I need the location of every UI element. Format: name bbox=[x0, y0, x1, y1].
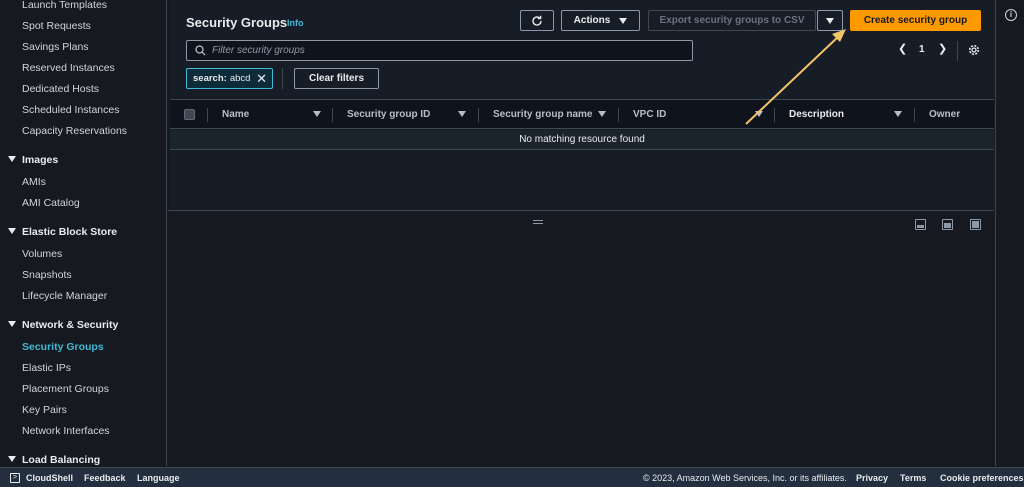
split-panel-bottom-icon[interactable] bbox=[915, 219, 926, 230]
help-panel-rail: i bbox=[995, 0, 1024, 466]
remove-token-icon[interactable]: ✕ bbox=[256, 71, 267, 87]
create-security-group-button[interactable]: Create security group bbox=[850, 10, 981, 31]
split-panel-side-icon[interactable] bbox=[942, 219, 953, 230]
side-navigation: Launch Templates Spot Requests Savings P… bbox=[0, 0, 167, 466]
column-header-owner[interactable]: Owner bbox=[929, 109, 960, 120]
previous-page-button[interactable]: ❮ bbox=[898, 42, 907, 55]
clear-filters-button[interactable]: Clear filters bbox=[294, 68, 379, 89]
info-link[interactable]: Info bbox=[287, 18, 304, 28]
caret-down-icon bbox=[619, 17, 628, 24]
sort-icon[interactable] bbox=[598, 111, 606, 117]
resize-handle[interactable] bbox=[533, 220, 543, 224]
sort-icon[interactable] bbox=[755, 111, 763, 117]
nav-item-reserved-instances[interactable]: Reserved Instances bbox=[22, 62, 115, 74]
select-all-checkbox[interactable] bbox=[184, 109, 195, 120]
sort-icon[interactable] bbox=[458, 111, 466, 117]
caret-down-icon bbox=[8, 456, 16, 462]
settings-gear-icon[interactable] bbox=[968, 44, 980, 56]
search-input[interactable] bbox=[212, 45, 692, 56]
column-header-security-group-id[interactable]: Security group ID bbox=[347, 109, 430, 120]
sort-icon[interactable] bbox=[313, 111, 321, 117]
language-link[interactable]: Language bbox=[137, 473, 180, 483]
main-content: Security Groups Info Actions Export secu… bbox=[168, 0, 994, 466]
split-panel-divider bbox=[168, 210, 994, 211]
nav-section-elastic-block-store[interactable]: Elastic Block Store bbox=[8, 226, 117, 238]
nav-item-savings-plans[interactable]: Savings Plans bbox=[22, 41, 89, 53]
info-icon[interactable]: i bbox=[1005, 9, 1017, 21]
nav-item-dedicated-hosts[interactable]: Dedicated Hosts bbox=[22, 83, 99, 95]
nav-item-volumes[interactable]: Volumes bbox=[22, 248, 62, 260]
caret-down-icon bbox=[8, 321, 16, 327]
column-divider bbox=[478, 108, 479, 122]
cloudshell-icon[interactable]: > bbox=[10, 473, 20, 483]
filter-divider bbox=[282, 68, 283, 89]
nav-item-lifecycle-manager[interactable]: Lifecycle Manager bbox=[22, 290, 107, 302]
sort-icon[interactable] bbox=[894, 111, 902, 117]
nav-item-scheduled-instances[interactable]: Scheduled Instances bbox=[22, 104, 119, 116]
column-header-security-group-name[interactable]: Security group name bbox=[493, 109, 592, 120]
refresh-icon bbox=[532, 15, 542, 26]
nav-item-network-interfaces[interactable]: Network Interfaces bbox=[22, 425, 110, 437]
column-divider bbox=[914, 108, 915, 122]
cloudshell-link[interactable]: CloudShell bbox=[26, 473, 73, 483]
export-csv-button[interactable]: Export security groups to CSV bbox=[648, 10, 816, 31]
cookie-preferences-link[interactable]: Cookie preferences bbox=[940, 473, 1024, 483]
column-divider bbox=[618, 108, 619, 122]
terms-link[interactable]: Terms bbox=[900, 473, 926, 483]
caret-down-icon bbox=[8, 156, 16, 162]
nav-item-spot-requests[interactable]: Spot Requests bbox=[22, 20, 91, 32]
export-dropdown-button[interactable] bbox=[817, 10, 843, 31]
nav-section-network-security[interactable]: Network & Security bbox=[8, 319, 118, 331]
split-panel-full-icon[interactable] bbox=[970, 219, 981, 230]
footer: > CloudShell Feedback Language © 2023, A… bbox=[0, 467, 1024, 487]
column-divider bbox=[207, 108, 208, 122]
nav-item-capacity-reservations[interactable]: Capacity Reservations bbox=[22, 125, 127, 137]
column-header-vpc-id[interactable]: VPC ID bbox=[633, 109, 666, 120]
nav-item-ami-catalog[interactable]: AMI Catalog bbox=[22, 197, 80, 209]
column-header-name[interactable]: Name bbox=[222, 109, 249, 120]
nav-section-images[interactable]: Images bbox=[8, 154, 58, 166]
nav-item-launch-templates[interactable]: Launch Templates bbox=[22, 0, 107, 11]
pager-divider bbox=[957, 41, 958, 61]
page-title: Security Groups bbox=[186, 15, 288, 30]
caret-down-icon bbox=[8, 228, 16, 234]
nav-item-placement-groups[interactable]: Placement Groups bbox=[22, 383, 109, 395]
actions-button[interactable]: Actions bbox=[561, 10, 640, 31]
filter-token: search: abcd ✕ bbox=[186, 68, 273, 89]
copyright-text: © 2023, Amazon Web Services, Inc. or its… bbox=[643, 473, 847, 483]
nav-item-security-groups[interactable]: Security Groups bbox=[22, 341, 104, 353]
nav-item-snapshots[interactable]: Snapshots bbox=[22, 269, 72, 281]
search-icon bbox=[195, 45, 206, 56]
nav-item-elastic-ips[interactable]: Elastic IPs bbox=[22, 362, 71, 374]
empty-state-row: No matching resource found bbox=[170, 130, 994, 150]
feedback-link[interactable]: Feedback bbox=[84, 473, 126, 483]
next-page-button[interactable]: ❯ bbox=[938, 42, 947, 55]
column-divider bbox=[774, 108, 775, 122]
nav-item-amis[interactable]: AMIs bbox=[22, 176, 46, 188]
page-number[interactable]: 1 bbox=[919, 44, 925, 55]
column-divider bbox=[332, 108, 333, 122]
refresh-button[interactable] bbox=[520, 10, 554, 31]
column-header-description[interactable]: Description bbox=[789, 109, 844, 120]
search-field[interactable] bbox=[186, 40, 693, 61]
table-header: Name Security group ID Security group na… bbox=[170, 99, 994, 129]
caret-down-icon bbox=[826, 17, 834, 24]
privacy-link[interactable]: Privacy bbox=[856, 473, 888, 483]
nav-section-load-balancing[interactable]: Load Balancing bbox=[8, 454, 100, 466]
nav-item-key-pairs[interactable]: Key Pairs bbox=[22, 404, 67, 416]
